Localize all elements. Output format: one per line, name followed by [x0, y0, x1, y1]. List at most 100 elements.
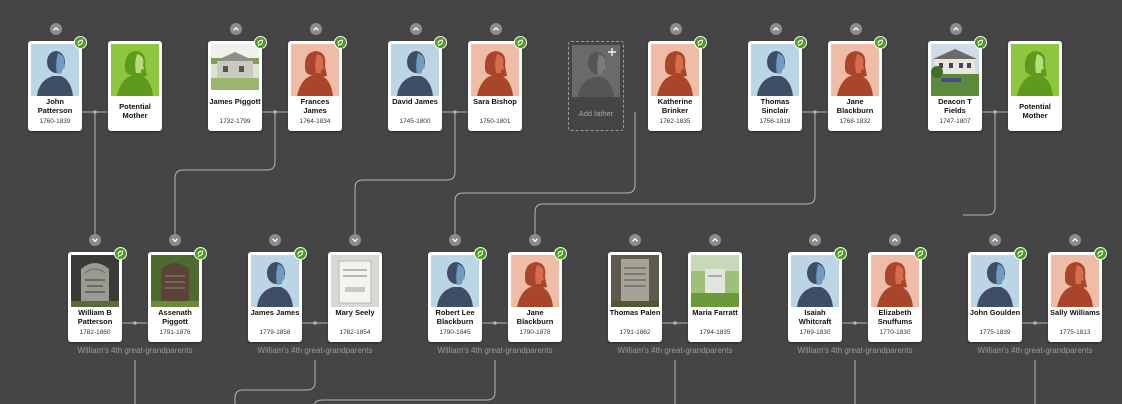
person-card[interactable]: John Patterson 1760-1839: [28, 36, 87, 131]
person-dates: 1756-1818: [759, 118, 791, 125]
person-card[interactable]: Jane Blackburn 1790-1878: [508, 247, 567, 342]
expand-parents-chevron-up-icon[interactable]: [1069, 234, 1081, 246]
female-silhouette-avatar: [471, 44, 519, 96]
record-hint-leaf-icon[interactable]: [294, 247, 307, 260]
collapse-chevron-down-icon[interactable]: [169, 234, 181, 246]
record-hint-leaf-icon[interactable]: [434, 36, 447, 49]
expand-parents-chevron-up-icon[interactable]: [850, 23, 862, 35]
person-card[interactable]: Deacon T Fields 1747-1807: [928, 36, 987, 131]
person-name: John Patterson: [37, 97, 73, 115]
person-name: James James: [250, 308, 300, 317]
record-hint-leaf-icon[interactable]: [194, 247, 207, 260]
person-name: Assenath Piggott: [158, 308, 192, 326]
record-hint-leaf-icon[interactable]: [794, 36, 807, 49]
person-card[interactable]: Potential Mother: [1008, 41, 1062, 131]
person-dates: 1775-1813: [1059, 329, 1091, 336]
person-name: Potential Mother: [119, 102, 151, 120]
record-hint-leaf-icon[interactable]: [114, 247, 127, 260]
person-name: Thomas Palen: [609, 308, 661, 317]
expand-parents-chevron-up-icon[interactable]: [989, 234, 1001, 246]
expand-parents-chevron-up-icon[interactable]: [50, 23, 62, 35]
person-card[interactable]: Elizabeth Snuffums 1770-1830: [868, 247, 927, 342]
person-card[interactable]: Thomas Palen 1791-1862: [608, 252, 662, 342]
expand-parents-chevron-up-icon[interactable]: [809, 234, 821, 246]
person-dates: 1775-1839: [979, 329, 1011, 336]
female-silhouette-avatar: [871, 255, 919, 307]
person-dates: 1791-1862: [619, 329, 651, 336]
person-dates: 1747-1807: [939, 118, 971, 125]
record-hint-leaf-icon[interactable]: [1094, 247, 1107, 260]
person-card[interactable]: Isaiah Whitcraft 1769-1830: [788, 247, 847, 342]
collapse-chevron-down-icon[interactable]: [529, 234, 541, 246]
record-hint-leaf-icon[interactable]: [974, 36, 987, 49]
collapse-chevron-down-icon[interactable]: [89, 234, 101, 246]
person-name: Potential Mother: [1019, 102, 1051, 120]
person-card[interactable]: Mary Seely 1782-1854: [328, 252, 382, 342]
person-card[interactable]: John Goulden 1775-1839: [968, 247, 1027, 342]
person-name: Deacon T Fields: [938, 97, 972, 115]
gravestone-photo: [331, 255, 379, 307]
person-dates: 1791-1876: [159, 329, 191, 336]
male-silhouette-avatar: [971, 255, 1019, 307]
person-dates: 1732-1799: [219, 118, 251, 125]
male-silhouette-avatar: [251, 255, 299, 307]
person-dates: 1770-1830: [879, 329, 911, 336]
person-name: John Goulden: [969, 308, 1021, 317]
relationship-caption: William's 4th great-grandparents: [977, 346, 1093, 355]
record-hint-leaf-icon[interactable]: [914, 247, 927, 260]
record-hint-leaf-icon[interactable]: [334, 36, 347, 49]
record-hint-leaf-icon[interactable]: [554, 247, 567, 260]
person-card[interactable]: James Piggott 1732-1799: [208, 36, 267, 131]
female-silhouette-avatar: [831, 44, 879, 96]
record-hint-leaf-icon[interactable]: [254, 36, 267, 49]
gravestone-photo: [151, 255, 199, 307]
expand-parents-chevron-up-icon[interactable]: [490, 23, 502, 35]
record-hint-leaf-icon[interactable]: [514, 36, 527, 49]
male-silhouette-avatar: [791, 255, 839, 307]
farmhouse-photo: [931, 44, 979, 96]
person-card[interactable]: James James 1779-1858: [248, 247, 307, 342]
person-card[interactable]: Assenath Piggott 1791-1876: [148, 247, 207, 342]
person-name: Sally Williams: [1050, 308, 1100, 317]
collapse-chevron-down-icon[interactable]: [449, 234, 461, 246]
female-silhouette-avatar: [651, 44, 699, 96]
female-silhouette-avatar: [291, 44, 339, 96]
record-hint-leaf-icon[interactable]: [694, 36, 707, 49]
add-father-button[interactable]: Add father: [568, 41, 624, 131]
gravestone-photo: [611, 255, 659, 307]
record-hint-leaf-icon[interactable]: [834, 247, 847, 260]
person-card[interactable]: Sara Bishop 1750-1801: [468, 36, 527, 131]
expand-parents-chevron-up-icon[interactable]: [310, 23, 322, 35]
person-card[interactable]: William B Patterson 1782-1860: [68, 247, 127, 342]
expand-parents-chevron-up-icon[interactable]: [670, 23, 682, 35]
expand-parents-chevron-up-icon[interactable]: [709, 234, 721, 246]
person-card[interactable]: Thomas Sinclair 1756-1818: [748, 36, 807, 131]
person-card[interactable]: Katherine Brinker 1762-1835: [648, 36, 707, 131]
person-card[interactable]: Potential Mother: [108, 41, 162, 131]
person-name: William B Patterson: [77, 308, 113, 326]
add-father-label: Add father: [578, 109, 614, 118]
person-name: Maria Farratt: [692, 308, 738, 317]
person-card[interactable]: Frances James 1764-1834: [288, 36, 347, 131]
expand-parents-chevron-up-icon[interactable]: [770, 23, 782, 35]
record-hint-leaf-icon[interactable]: [874, 36, 887, 49]
record-hint-leaf-icon[interactable]: [74, 36, 87, 49]
collapse-chevron-down-icon[interactable]: [269, 234, 281, 246]
expand-parents-chevron-up-icon[interactable]: [889, 234, 901, 246]
person-card[interactable]: Jane Blackburn 1768-1832: [828, 36, 887, 131]
collapse-chevron-down-icon[interactable]: [349, 234, 361, 246]
male-silhouette-avatar: [751, 44, 799, 96]
person-card[interactable]: Robert Lee Blackburn 1790-1845: [428, 247, 487, 342]
person-dates: 1790-1878: [519, 329, 551, 336]
record-hint-leaf-icon[interactable]: [1014, 247, 1027, 260]
expand-parents-chevron-up-icon[interactable]: [410, 23, 422, 35]
record-hint-leaf-icon[interactable]: [474, 247, 487, 260]
person-card[interactable]: David James 1745-1800: [388, 36, 447, 131]
expand-parents-chevron-up-icon[interactable]: [230, 23, 242, 35]
expand-parents-chevron-up-icon[interactable]: [950, 23, 962, 35]
person-card[interactable]: Sally Williams 1775-1813: [1048, 247, 1107, 342]
person-name: Katherine Brinker: [657, 97, 693, 115]
expand-parents-chevron-up-icon[interactable]: [629, 234, 641, 246]
person-name: Sara Bishop: [473, 97, 517, 106]
person-card[interactable]: Maria Farratt 1794-1835: [688, 252, 742, 342]
